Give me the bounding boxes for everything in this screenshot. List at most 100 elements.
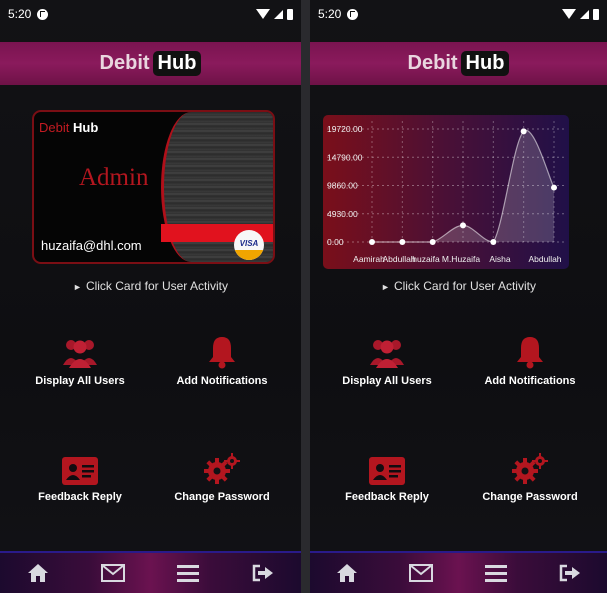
card-hint: ► Click Card for User Activity — [310, 279, 607, 293]
wifi-icon — [256, 9, 270, 19]
play-arrow-icon: ► — [73, 282, 82, 292]
status-indicators — [562, 8, 599, 20]
chart-x-tick: huzaifa — [412, 254, 440, 264]
display-all-users-button[interactable]: Display All Users — [327, 333, 447, 387]
nav-menu-button[interactable] — [168, 555, 208, 591]
bell-icon — [470, 333, 590, 369]
add-notifications-button[interactable]: Add Notifications — [162, 333, 282, 387]
chart-y-tick: 14790.00 — [327, 152, 363, 162]
chart-point — [429, 239, 436, 245]
screenshot-root: 5:20 Debit Hub Debit Hub Admin huzaifa@d… — [0, 0, 607, 593]
envelope-icon — [409, 564, 434, 582]
app-notification-icon — [37, 8, 49, 20]
card-brand: Debit Hub — [39, 120, 98, 135]
nav-home-button[interactable] — [18, 555, 58, 591]
chart-point — [490, 239, 497, 245]
app-logo: Debit Hub — [408, 51, 510, 76]
add-notifications-label: Add Notifications — [484, 375, 576, 387]
bell-icon — [162, 333, 282, 369]
card-email: huzaifa@dhl.com — [41, 238, 142, 253]
chart-y-tick: 0.00 — [327, 237, 344, 247]
display-all-users-label: Display All Users — [35, 375, 125, 387]
nav-menu-button[interactable] — [476, 555, 516, 591]
nav-messages-button[interactable] — [93, 555, 133, 591]
chart-point — [551, 184, 557, 191]
display-all-users-button[interactable]: Display All Users — [20, 333, 140, 387]
wifi-icon — [562, 9, 576, 19]
play-arrow-icon: ► — [381, 282, 390, 292]
debit-card[interactable]: Debit Hub Admin huzaifa@dhl.com VISA — [32, 110, 275, 264]
app-logo: Debit Hub — [100, 51, 202, 76]
user-activity-chart-card[interactable]: 19720.00 14790.00 9860.00 4930.00 0.00 Aamira… — [323, 115, 569, 269]
change-password-button[interactable]: Change Password — [470, 449, 590, 503]
status-bar: 5:20 — [310, 0, 607, 28]
logout-icon — [253, 564, 274, 582]
feedback-reply-label: Feedback Reply — [345, 491, 429, 503]
chart-x-tick: Abdullah — [382, 254, 415, 264]
status-time: 5:20 — [318, 7, 342, 21]
visa-logo-text: VISA — [239, 239, 259, 248]
feedback-reply-label: Feedback Reply — [38, 491, 122, 503]
signal-icon — [274, 9, 283, 19]
signal-icon — [580, 9, 589, 19]
battery-icon — [593, 8, 599, 20]
app-notification-icon — [347, 8, 359, 20]
chart-point — [369, 239, 375, 245]
app-header: Debit Hub — [310, 42, 607, 85]
chart-x-tick: Aisha — [489, 254, 511, 264]
gears-icon — [470, 449, 590, 485]
card-brand-debit: Debit — [39, 120, 70, 135]
chart-point — [520, 128, 527, 135]
logo-hub: Hub — [152, 51, 202, 76]
chart-x-tick: Aamirah — [353, 254, 385, 264]
nav-logout-button[interactable] — [550, 555, 590, 591]
id-card-icon — [20, 449, 140, 485]
card-hint-text: Click Card for User Activity — [85, 279, 228, 293]
screen-divider — [301, 0, 310, 593]
logo-hub: Hub — [460, 51, 510, 76]
logo-debit: Debit — [407, 52, 458, 74]
status-bar: 5:20 — [0, 0, 301, 28]
id-card-icon — [327, 449, 447, 485]
battery-icon — [287, 8, 293, 20]
chart-y-tick: 9860.00 — [327, 181, 358, 191]
gears-icon — [162, 449, 282, 485]
status-time: 5:20 — [8, 7, 32, 21]
status-indicators — [256, 8, 293, 20]
menu-icon — [484, 565, 507, 582]
visa-logo: VISA — [234, 230, 264, 260]
add-notifications-button[interactable]: Add Notifications — [470, 333, 590, 387]
change-password-button[interactable]: Change Password — [162, 449, 282, 503]
change-password-label: Change Password — [174, 491, 270, 503]
chart-x-tick: M.Huzaifa — [442, 254, 481, 264]
menu-icon — [177, 565, 200, 582]
chart-y-tick: 4930.00 — [327, 209, 358, 219]
logout-icon — [559, 564, 580, 582]
chart-y-tick: 19720.00 — [327, 124, 363, 134]
users-icon — [327, 333, 447, 369]
card-hint-text: Click Card for User Activity — [393, 279, 536, 293]
nav-messages-button[interactable] — [401, 555, 441, 591]
nav-home-button[interactable] — [327, 555, 367, 591]
card-hint: ► Click Card for User Activity — [0, 279, 301, 293]
chart-point — [399, 239, 406, 245]
visa-logo-band — [234, 250, 264, 260]
bottom-nav — [0, 551, 301, 593]
change-password-label: Change Password — [482, 491, 578, 503]
home-icon — [337, 564, 358, 582]
envelope-icon — [100, 564, 125, 582]
feedback-reply-button[interactable]: Feedback Reply — [327, 449, 447, 503]
card-brand-hub: Hub — [72, 120, 99, 135]
app-header: Debit Hub — [0, 42, 301, 85]
home-icon — [27, 564, 48, 582]
chart-x-tick: Abdullah — [528, 254, 561, 264]
phone-screen-card-view: 5:20 Debit Hub Debit Hub Admin huzaifa@d… — [0, 0, 301, 593]
add-notifications-label: Add Notifications — [176, 375, 268, 387]
nav-logout-button[interactable] — [243, 555, 283, 591]
bottom-nav — [310, 551, 607, 593]
chart-point — [460, 222, 466, 229]
card-role: Admin — [79, 164, 149, 191]
user-activity-chart: 19720.00 14790.00 9860.00 4930.00 0.00 Aamira… — [327, 121, 565, 264]
logo-debit: Debit — [99, 52, 150, 74]
feedback-reply-button[interactable]: Feedback Reply — [20, 449, 140, 503]
